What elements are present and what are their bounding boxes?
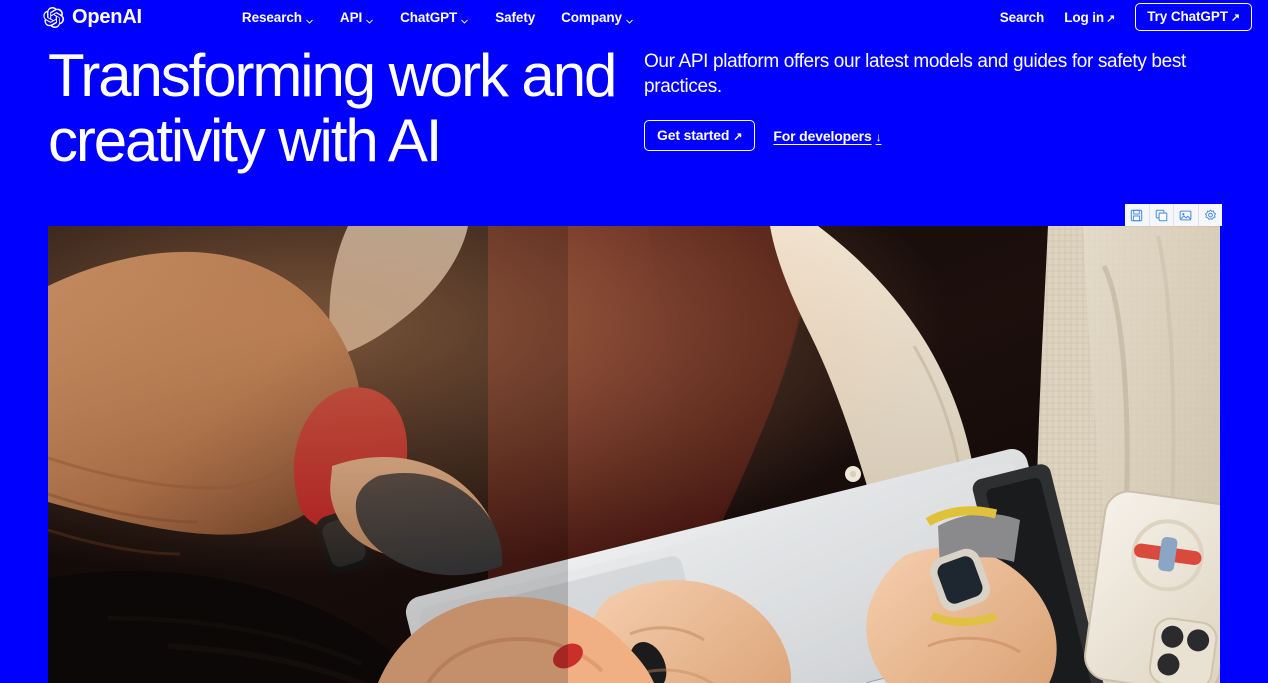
nav-item-label: API — [339, 9, 363, 25]
image-icon[interactable] — [1174, 204, 1199, 226]
nav-item-research[interactable]: Research — [242, 10, 314, 25]
hero-text-column: Transforming work and creativity with AI — [48, 42, 644, 174]
hero-section: Transforming work and creativity with AI… — [0, 34, 1268, 174]
copy-icon[interactable] — [1150, 204, 1174, 226]
image-action-toolbar[interactable] — [1125, 204, 1222, 226]
arrow-down-icon: ↓ — [875, 129, 882, 144]
arrow-up-right-icon: ↗ — [1230, 12, 1240, 24]
hero-action-row: Get started ↗ For developers ↓ — [644, 120, 1220, 152]
get-started-button[interactable]: Get started ↗ — [644, 120, 756, 152]
hero-description: Our API platform offers our latest model… — [644, 51, 1186, 97]
nav-item-safety[interactable]: Safety — [495, 10, 535, 25]
try-chatgpt-label: Try ChatGPT — [1147, 9, 1228, 24]
nav-item-label: Research — [241, 9, 302, 25]
get-started-label: Get started — [657, 127, 730, 144]
search-button[interactable]: Search — [999, 9, 1045, 25]
brand-name: OpenAI — [72, 6, 142, 28]
top-navigation-bar: OpenAI Research API ChatGPT Safety Compa… — [0, 0, 1268, 34]
chevron-down-icon — [305, 14, 314, 23]
chevron-down-icon — [460, 14, 469, 23]
chevron-down-icon — [365, 14, 374, 23]
settings-gear-icon[interactable] — [1199, 204, 1223, 226]
search-label: Search — [999, 9, 1045, 25]
chevron-down-icon — [625, 14, 634, 23]
login-label: Log in — [1064, 9, 1105, 25]
for-developers-link[interactable]: For developers ↓ — [773, 128, 881, 144]
secondary-nav-links: Search Log in ↗ Try ChatGPT ↗ — [1000, 3, 1252, 31]
try-chatgpt-button[interactable]: Try ChatGPT ↗ — [1135, 3, 1252, 31]
page-title: Transforming work and creativity with AI — [48, 42, 617, 174]
nav-item-label: Company — [561, 9, 622, 25]
nav-item-company[interactable]: Company — [561, 10, 634, 25]
hero-photograph — [48, 226, 1220, 683]
nav-item-api[interactable]: API — [340, 10, 374, 25]
hero-description-column: Our API platform offers our latest model… — [644, 44, 1220, 174]
nav-item-chatgpt[interactable]: ChatGPT — [400, 10, 469, 25]
save-icon[interactable] — [1125, 204, 1150, 226]
for-developers-label: For developers — [773, 127, 872, 144]
login-link[interactable]: Log in ↗ — [1064, 10, 1115, 25]
nav-item-label: ChatGPT — [400, 9, 458, 25]
openai-blossom-icon — [42, 6, 65, 29]
brand-logo-link[interactable]: OpenAI — [42, 6, 142, 29]
hero-image — [48, 226, 1220, 683]
arrow-up-right-icon: ↗ — [1106, 12, 1116, 25]
arrow-up-right-icon: ↗ — [733, 131, 743, 144]
primary-nav-links: Research API ChatGPT Safety Company — [242, 10, 634, 25]
nav-item-label: Safety — [495, 9, 536, 25]
